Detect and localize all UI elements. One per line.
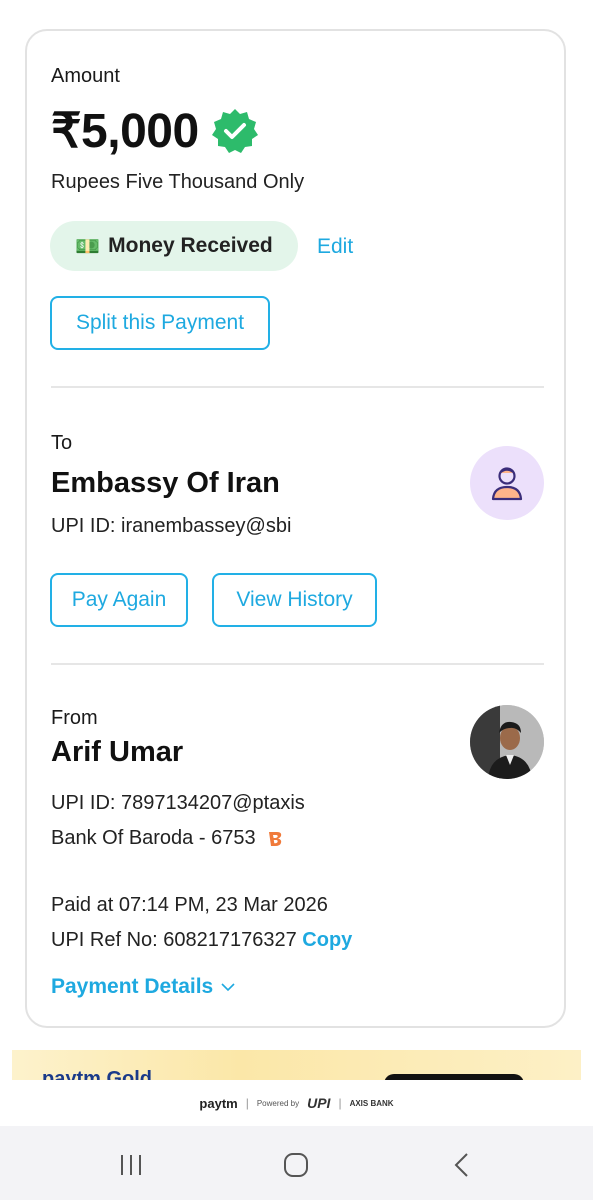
sender-name: Arif Umar <box>51 736 184 768</box>
sender-avatar[interactable] <box>470 705 544 779</box>
paid-at: Paid at 07:14 PM, 23 Mar 2026 <box>51 894 328 916</box>
footer-branding: paytm | Powered by UPI | AXIS BANK <box>0 1080 593 1126</box>
payment-details-toggle[interactable]: Payment Details <box>51 975 235 999</box>
amount-in-words: Rupees Five Thousand Only <box>51 171 305 193</box>
upi-logo: UPI <box>307 1095 331 1111</box>
powered-by: Powered by <box>256 1098 300 1108</box>
home-icon[interactable] <box>281 1150 311 1180</box>
verified-badge-icon <box>211 109 258 153</box>
bank-of-baroda-logo <box>268 831 281 846</box>
amount-value: ₹5,000 <box>51 105 199 158</box>
upi-ref-number: UPI Ref No: 608217176327 <box>51 929 297 951</box>
back-icon[interactable] <box>447 1150 477 1180</box>
user-icon <box>491 467 523 501</box>
separator: | <box>245 1096 249 1110</box>
recipient-name: Embassy Of Iran <box>51 467 280 499</box>
system-navigation-bar <box>0 1126 593 1200</box>
payment-details-label: Payment Details <box>51 975 214 998</box>
paytm-logo: paytm <box>199 1095 238 1111</box>
edit-link[interactable]: Edit <box>317 235 353 259</box>
money-received-label: Money Received <box>108 234 273 257</box>
recent-apps-icon[interactable] <box>116 1150 146 1180</box>
banner-text: paytm Gold <box>42 1068 153 1080</box>
promo-banner[interactable]: paytm Gold <box>12 1050 581 1080</box>
view-history-button[interactable]: View History <box>212 573 377 627</box>
to-label: To <box>51 432 73 454</box>
money-icon: 💵 <box>75 235 101 258</box>
copy-button[interactable]: Copy <box>302 929 352 951</box>
axis-bank-logo: AXIS BANK <box>349 1098 394 1108</box>
amount-label: Amount <box>51 65 120 87</box>
separator: | <box>338 1096 342 1110</box>
upi-ref-row: UPI Ref No: 608217176327 Copy <box>51 929 352 952</box>
sender-bank: Bank Of Baroda - 6753 <box>51 827 256 849</box>
transaction-card: Amount ₹5,000 Rupees Five Thousand Only … <box>25 29 566 1028</box>
divider <box>51 386 544 388</box>
sender-bank-row: Bank Of Baroda - 6753 <box>51 827 284 850</box>
recipient-upi-id: UPI ID: iranembassey@sbi <box>51 515 292 537</box>
profile-photo <box>470 705 544 779</box>
sender-upi-id: UPI ID: 7897134207@ptaxis <box>51 792 305 814</box>
split-payment-button[interactable]: Split this Payment <box>50 296 270 350</box>
money-received-tag[interactable]: 💵 Money Received <box>50 221 298 271</box>
divider <box>51 663 544 665</box>
recipient-avatar[interactable] <box>470 446 544 520</box>
chevron-down-icon <box>221 983 235 992</box>
from-label: From <box>51 707 98 729</box>
amount-row: ₹5,000 <box>51 103 259 159</box>
pay-again-button[interactable]: Pay Again <box>50 573 188 627</box>
